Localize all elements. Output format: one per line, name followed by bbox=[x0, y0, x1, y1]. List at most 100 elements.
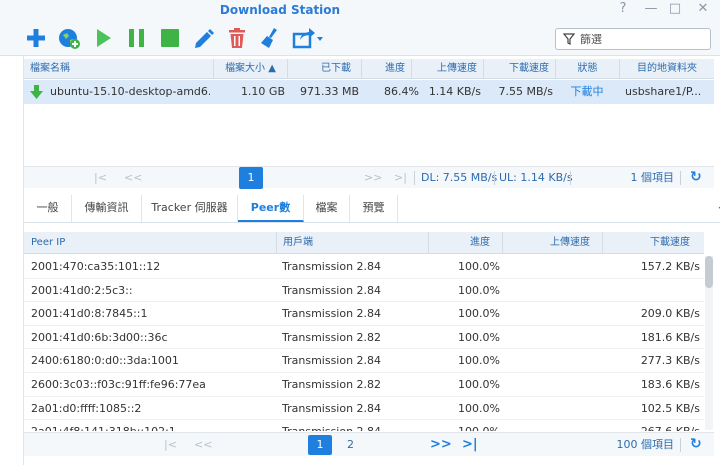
broom-icon bbox=[261, 28, 277, 48]
toolbar bbox=[0, 20, 720, 56]
minimize-button[interactable]: — bbox=[642, 1, 660, 17]
peer-pager: |< << 1 2 >> >| 100 個項目 ↻ bbox=[24, 432, 714, 456]
peer-last-page-button[interactable]: >| bbox=[462, 433, 478, 457]
filter-input[interactable] bbox=[580, 31, 706, 47]
peer-ip: 2a01:4f8:141:318b::102:1 bbox=[31, 420, 276, 431]
peer-ip: 2001:41d0:2:5c3:: bbox=[31, 283, 133, 297]
task-status: 下載中 bbox=[570, 85, 604, 98]
col-downloaded[interactable]: 已下載 bbox=[287, 59, 361, 79]
pause-button[interactable] bbox=[125, 26, 149, 50]
col-peer-download[interactable]: 下載速度 bbox=[602, 232, 704, 254]
peer-first-page-button[interactable]: |< bbox=[164, 433, 177, 457]
task-name: ubuntu-15.10-desktop-amd6... bbox=[50, 85, 210, 98]
peer-row[interactable]: 2600:3c03::f03c:91ff:fe96:77ea Transmiss… bbox=[24, 373, 704, 397]
peer-row[interactable]: 2a01:4f8:141:318b::102:1 Transmission 2.… bbox=[24, 420, 704, 431]
peer-progress: 100.0% bbox=[428, 420, 500, 431]
download-station-window: Download Station ? — □ ✕ 篩選 檔案名稱 檔案大小 ▲ … bbox=[0, 0, 720, 465]
peer-download: 181.6 KB/s bbox=[640, 330, 700, 344]
clear-completed-button[interactable] bbox=[258, 26, 282, 50]
next-page-button[interactable]: >> bbox=[364, 167, 382, 189]
peer-row[interactable]: 2400:6180:0:d0::3da:1001 Transmission 2.… bbox=[24, 349, 704, 373]
peer-row[interactable]: 2001:41d0:6b:3d00::36c Transmission 2.82… bbox=[24, 326, 704, 350]
refresh-peers-icon[interactable]: ↻ bbox=[690, 436, 702, 452]
peer-list: 2001:470:ca35:101::12 Transmission 2.84 … bbox=[24, 255, 704, 431]
left-edge-panel bbox=[0, 55, 24, 465]
peer-count: 100 個項目 bbox=[616, 438, 675, 451]
refresh-tasks-icon[interactable]: ↻ bbox=[690, 169, 702, 185]
tab-tracker[interactable]: Tracker 伺服器 bbox=[142, 195, 238, 222]
last-page-button[interactable]: >| bbox=[394, 167, 407, 189]
divider bbox=[570, 171, 571, 185]
peer-row[interactable]: 2001:41d0:2:5c3:: Transmission 2.84 100.… bbox=[24, 279, 704, 303]
col-filename[interactable]: 檔案名稱 bbox=[24, 59, 213, 79]
add-url-button[interactable] bbox=[57, 26, 81, 50]
close-button[interactable]: ✕ bbox=[694, 1, 712, 17]
tab-transfer[interactable]: 傳輸資訊 bbox=[72, 195, 142, 222]
title-bar: Download Station ? — □ ✕ bbox=[0, 0, 720, 20]
peer-row[interactable]: 2001:470:ca35:101::12 Transmission 2.84 … bbox=[24, 255, 704, 279]
peer-progress: 100.0% bbox=[458, 377, 500, 391]
share-button[interactable] bbox=[292, 26, 324, 50]
peer-next-page-button[interactable]: >> bbox=[430, 433, 452, 457]
peer-page-2-button[interactable]: 2 bbox=[347, 433, 354, 457]
peer-download: 183.6 KB/s bbox=[640, 377, 700, 391]
col-filesize[interactable]: 檔案大小 ▲ bbox=[213, 59, 287, 79]
tab-files[interactable]: 檔案 bbox=[304, 195, 350, 222]
play-icon bbox=[97, 29, 111, 47]
divider bbox=[680, 171, 681, 185]
download-arrow-icon bbox=[30, 85, 43, 99]
col-destination[interactable]: 目的地資料夾 bbox=[619, 59, 714, 79]
col-upload-speed[interactable]: 上傳速度 bbox=[411, 59, 483, 79]
add-button[interactable] bbox=[24, 26, 48, 50]
peer-client: Transmission 2.82 bbox=[282, 377, 382, 391]
col-peer-ip[interactable]: Peer IP bbox=[24, 232, 276, 254]
peer-prev-page-button[interactable]: << bbox=[194, 433, 212, 457]
pencil-icon bbox=[195, 29, 214, 48]
total-download-speed: DL: 7.55 MB/s bbox=[421, 171, 498, 184]
resume-button[interactable] bbox=[91, 26, 115, 50]
page-1-button[interactable]: 1 bbox=[239, 167, 263, 189]
stop-button[interactable] bbox=[158, 26, 182, 50]
task-row[interactable]: ubuntu-15.10-desktop-amd6... 1.10 GB 971… bbox=[24, 80, 714, 104]
peer-upload bbox=[502, 420, 598, 431]
task-pager: |< << 1 >> >| DL: 7.55 MB/s UL: 1.14 KB/… bbox=[24, 166, 714, 189]
peer-row[interactable]: 2a01:d0:ffff:1085::2 Transmission 2.84 1… bbox=[24, 397, 704, 421]
divider bbox=[414, 171, 415, 185]
plus-icon bbox=[27, 29, 45, 47]
peer-client: Transmission 2.84 bbox=[282, 307, 382, 321]
prev-page-button[interactable]: << bbox=[124, 167, 142, 189]
peer-row[interactable]: 2001:41d0:8:7845::1 Transmission 2.84 10… bbox=[24, 302, 704, 326]
filter-box[interactable] bbox=[555, 28, 711, 50]
col-peer-upload[interactable]: 上傳速度 bbox=[502, 232, 602, 254]
peer-download: 102.5 KB/s bbox=[640, 401, 700, 415]
col-client[interactable]: 用戶端 bbox=[276, 232, 428, 254]
delete-button[interactable] bbox=[225, 26, 249, 50]
peer-upload bbox=[502, 255, 598, 278]
col-peer-progress[interactable]: 進度 bbox=[428, 232, 502, 254]
peer-client: Transmission 2.84 bbox=[282, 283, 382, 297]
tab-preview[interactable]: 預覽 bbox=[350, 195, 398, 222]
col-status[interactable]: 狀態 bbox=[555, 59, 619, 79]
collapse-icon[interactable]: ⌄ bbox=[716, 199, 720, 214]
divider bbox=[494, 171, 495, 185]
first-page-button[interactable]: |< bbox=[94, 167, 107, 189]
peer-list-scrollbar-thumb[interactable] bbox=[705, 256, 713, 288]
col-progress[interactable]: 進度 bbox=[361, 59, 411, 79]
task-count: 1 個項目 bbox=[630, 171, 675, 184]
peer-upload bbox=[502, 397, 598, 420]
tab-peers[interactable]: Peer數 bbox=[238, 195, 304, 222]
filter-icon bbox=[563, 33, 575, 45]
maximize-button[interactable]: □ bbox=[666, 1, 684, 17]
peer-download: 277.3 KB/s bbox=[640, 354, 700, 368]
peer-upload bbox=[502, 349, 598, 372]
peer-page-1-button[interactable]: 1 bbox=[308, 435, 332, 455]
window-title: Download Station bbox=[219, 3, 341, 17]
task-destination: usbshare1/P... bbox=[625, 85, 702, 98]
peer-client: Transmission 2.84 bbox=[282, 401, 382, 415]
peer-progress: 100.0% bbox=[458, 260, 500, 273]
help-button[interactable]: ? bbox=[614, 1, 632, 17]
edit-button[interactable] bbox=[192, 26, 216, 50]
trash-icon bbox=[229, 28, 245, 48]
col-download-speed[interactable]: 下載速度 bbox=[483, 59, 555, 79]
tab-general[interactable]: 一般 bbox=[24, 195, 72, 222]
